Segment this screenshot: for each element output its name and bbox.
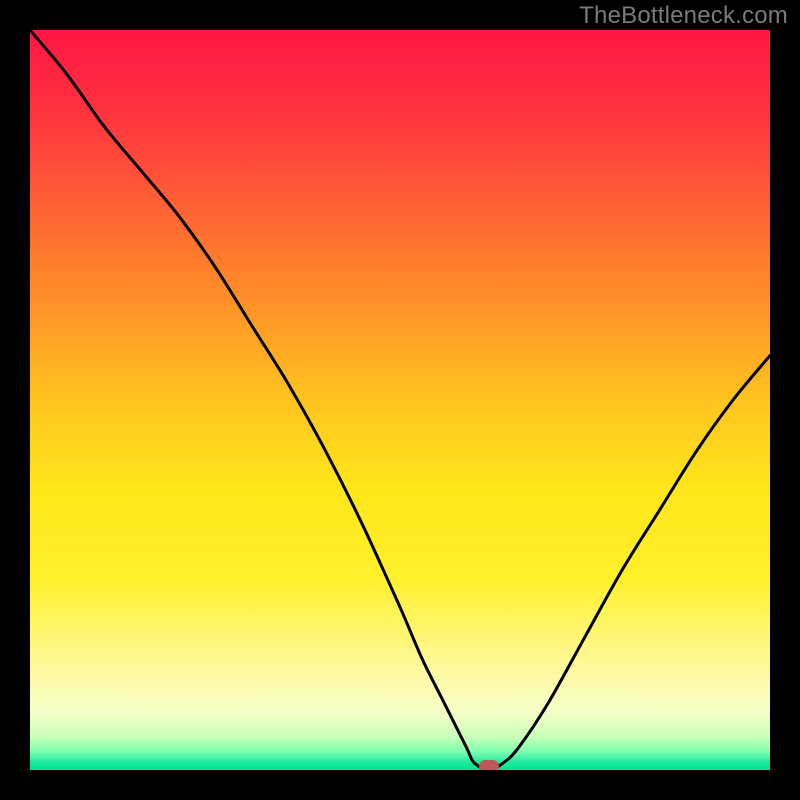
optimal-point-marker (479, 760, 499, 770)
chart-frame: TheBottleneck.com (0, 0, 800, 800)
plot-area (30, 30, 770, 770)
watermark-text: TheBottleneck.com (579, 2, 788, 30)
bottleneck-curve (30, 30, 770, 770)
